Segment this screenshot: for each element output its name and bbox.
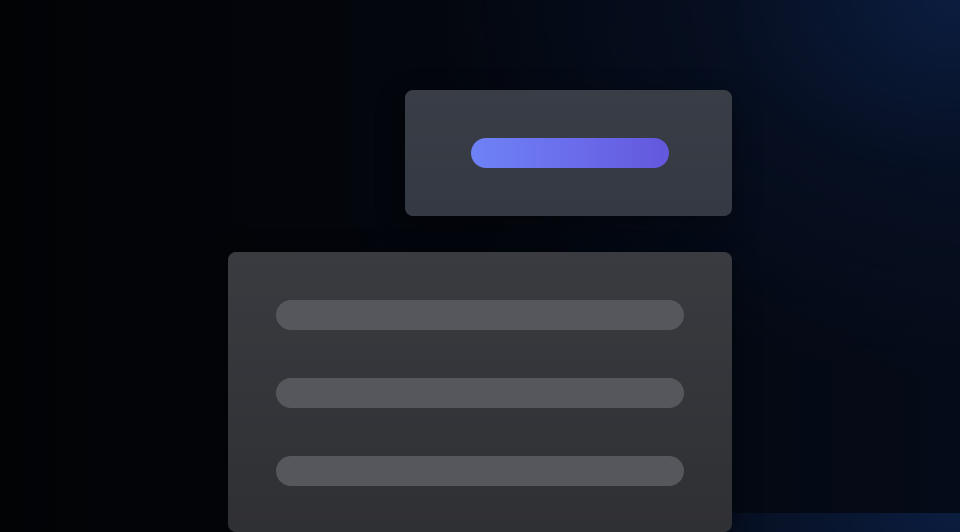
top-card xyxy=(405,90,732,216)
skeleton-line xyxy=(276,378,684,408)
content-card xyxy=(228,252,732,532)
primary-action-placeholder[interactable] xyxy=(471,138,669,168)
skeleton-line xyxy=(276,300,684,330)
skeleton-line xyxy=(276,456,684,486)
